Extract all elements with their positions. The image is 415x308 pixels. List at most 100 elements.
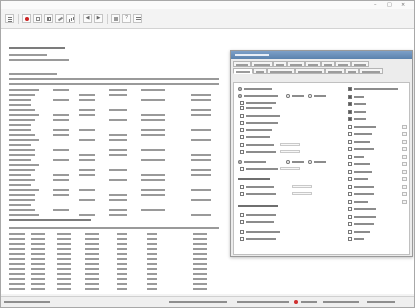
checkbox-icon[interactable] bbox=[240, 237, 244, 241]
checkbox-option[interactable] bbox=[348, 207, 404, 212]
nav-prev-icon[interactable]: ◀ bbox=[83, 14, 92, 23]
nav-next-icon[interactable]: ▶ bbox=[94, 14, 103, 23]
checkbox-option[interactable] bbox=[348, 117, 404, 122]
dialog-tab[interactable] bbox=[325, 68, 345, 74]
radio-option[interactable] bbox=[238, 94, 280, 99]
radio-icon[interactable] bbox=[286, 94, 290, 98]
stepper-icon[interactable] bbox=[402, 124, 407, 129]
checkbox-icon[interactable] bbox=[240, 114, 244, 118]
checkbox-icon[interactable] bbox=[240, 230, 244, 234]
checkbox-option[interactable] bbox=[348, 237, 404, 242]
radio-option[interactable] bbox=[238, 160, 268, 165]
table-icon[interactable] bbox=[33, 14, 42, 23]
checkbox-icon[interactable] bbox=[348, 124, 352, 129]
chart-icon[interactable] bbox=[66, 14, 75, 23]
checkbox-option[interactable] bbox=[240, 230, 282, 235]
checkbox-icon[interactable] bbox=[348, 199, 352, 204]
stop-icon[interactable] bbox=[22, 14, 31, 23]
dialog-tab[interactable] bbox=[251, 61, 273, 67]
dialog-tab[interactable] bbox=[359, 68, 383, 74]
checkbox-icon[interactable] bbox=[348, 214, 352, 219]
checkbox-option[interactable] bbox=[240, 192, 278, 197]
checkbox-option[interactable] bbox=[348, 87, 404, 92]
checkbox-option[interactable] bbox=[348, 177, 404, 182]
stepper-icon[interactable] bbox=[402, 199, 407, 204]
checkbox-option[interactable] bbox=[348, 169, 404, 175]
checkbox-icon[interactable] bbox=[348, 229, 352, 234]
checkbox-icon[interactable] bbox=[240, 121, 244, 125]
checkbox-option[interactable] bbox=[348, 222, 404, 227]
radio-option[interactable] bbox=[286, 94, 306, 99]
checkbox-icon[interactable] bbox=[348, 102, 352, 106]
checkbox-icon[interactable] bbox=[348, 222, 352, 226]
checkbox-option[interactable] bbox=[348, 139, 404, 145]
radio-icon[interactable] bbox=[238, 94, 242, 98]
dialog-tab[interactable] bbox=[253, 68, 267, 74]
checkbox-option[interactable] bbox=[348, 192, 404, 197]
checkbox-icon[interactable] bbox=[240, 213, 244, 217]
dialog-tab[interactable] bbox=[351, 61, 369, 67]
edit-icon[interactable] bbox=[55, 14, 64, 23]
minimize-icon[interactable]: – bbox=[374, 2, 377, 8]
checkbox-option[interactable] bbox=[240, 135, 272, 140]
checkbox-option[interactable] bbox=[240, 150, 278, 155]
stepper-icon[interactable] bbox=[402, 147, 407, 151]
radio-option[interactable] bbox=[308, 94, 328, 99]
dialog-tab[interactable] bbox=[345, 68, 359, 74]
radio-icon[interactable] bbox=[238, 87, 242, 91]
checkbox-icon[interactable] bbox=[240, 185, 244, 189]
checkbox-icon[interactable] bbox=[240, 192, 244, 196]
menu-icon[interactable] bbox=[5, 14, 14, 23]
checkbox-option[interactable] bbox=[348, 102, 404, 107]
checkbox-icon[interactable] bbox=[240, 128, 244, 132]
radio-icon[interactable] bbox=[308, 94, 312, 98]
stepper-icon[interactable] bbox=[402, 169, 407, 174]
checkbox-icon[interactable] bbox=[348, 177, 352, 181]
checkbox-icon[interactable] bbox=[240, 167, 244, 171]
checkbox-icon[interactable] bbox=[348, 169, 352, 174]
checkbox-icon[interactable] bbox=[348, 147, 352, 151]
stepper-icon[interactable] bbox=[402, 184, 407, 189]
radio-option[interactable] bbox=[308, 160, 328, 165]
checkbox-icon[interactable] bbox=[348, 117, 352, 121]
checkbox-option[interactable] bbox=[240, 213, 278, 218]
stepper-icon[interactable] bbox=[402, 192, 407, 196]
checkbox-icon[interactable] bbox=[240, 135, 244, 139]
print-icon[interactable] bbox=[111, 14, 120, 23]
checkbox-icon[interactable] bbox=[348, 192, 352, 196]
radio-icon[interactable] bbox=[238, 160, 242, 164]
checkbox-icon[interactable] bbox=[240, 143, 244, 147]
checkbox-option[interactable] bbox=[240, 237, 278, 242]
checkbox-icon[interactable] bbox=[240, 220, 244, 224]
checkbox-option[interactable] bbox=[348, 132, 404, 137]
checkbox-option[interactable] bbox=[348, 229, 404, 235]
checkbox-option[interactable] bbox=[348, 147, 404, 152]
dialog-tab[interactable] bbox=[273, 61, 287, 67]
checkbox-icon[interactable] bbox=[240, 101, 244, 105]
close-icon[interactable]: × bbox=[401, 2, 405, 8]
checkbox-option[interactable] bbox=[240, 220, 276, 225]
checkbox-option[interactable] bbox=[348, 124, 404, 130]
stepper-icon[interactable] bbox=[402, 162, 407, 166]
checkbox-icon[interactable] bbox=[348, 109, 352, 114]
checkbox-option[interactable] bbox=[348, 154, 404, 160]
radio-option[interactable] bbox=[238, 87, 274, 92]
checkbox-option[interactable] bbox=[348, 214, 404, 220]
checkbox-option[interactable] bbox=[348, 109, 404, 115]
checkbox-icon[interactable] bbox=[348, 139, 352, 144]
radio-option[interactable] bbox=[286, 160, 306, 165]
checkbox-icon[interactable] bbox=[348, 87, 352, 91]
checkbox-option[interactable] bbox=[240, 143, 276, 148]
checkbox-icon[interactable] bbox=[240, 106, 244, 110]
checkbox-icon[interactable] bbox=[348, 237, 352, 241]
checkbox-icon[interactable] bbox=[348, 132, 352, 136]
checkbox-option[interactable] bbox=[348, 94, 404, 100]
stepper-icon[interactable] bbox=[402, 154, 407, 159]
checkbox-option[interactable] bbox=[240, 185, 276, 190]
dialog-tab[interactable] bbox=[321, 61, 335, 67]
checkbox-option[interactable] bbox=[240, 128, 274, 133]
dialog-tab[interactable] bbox=[287, 61, 305, 67]
options-icon[interactable] bbox=[133, 14, 142, 23]
checkbox-option[interactable] bbox=[240, 121, 280, 126]
help-icon[interactable]: ? bbox=[122, 14, 131, 23]
